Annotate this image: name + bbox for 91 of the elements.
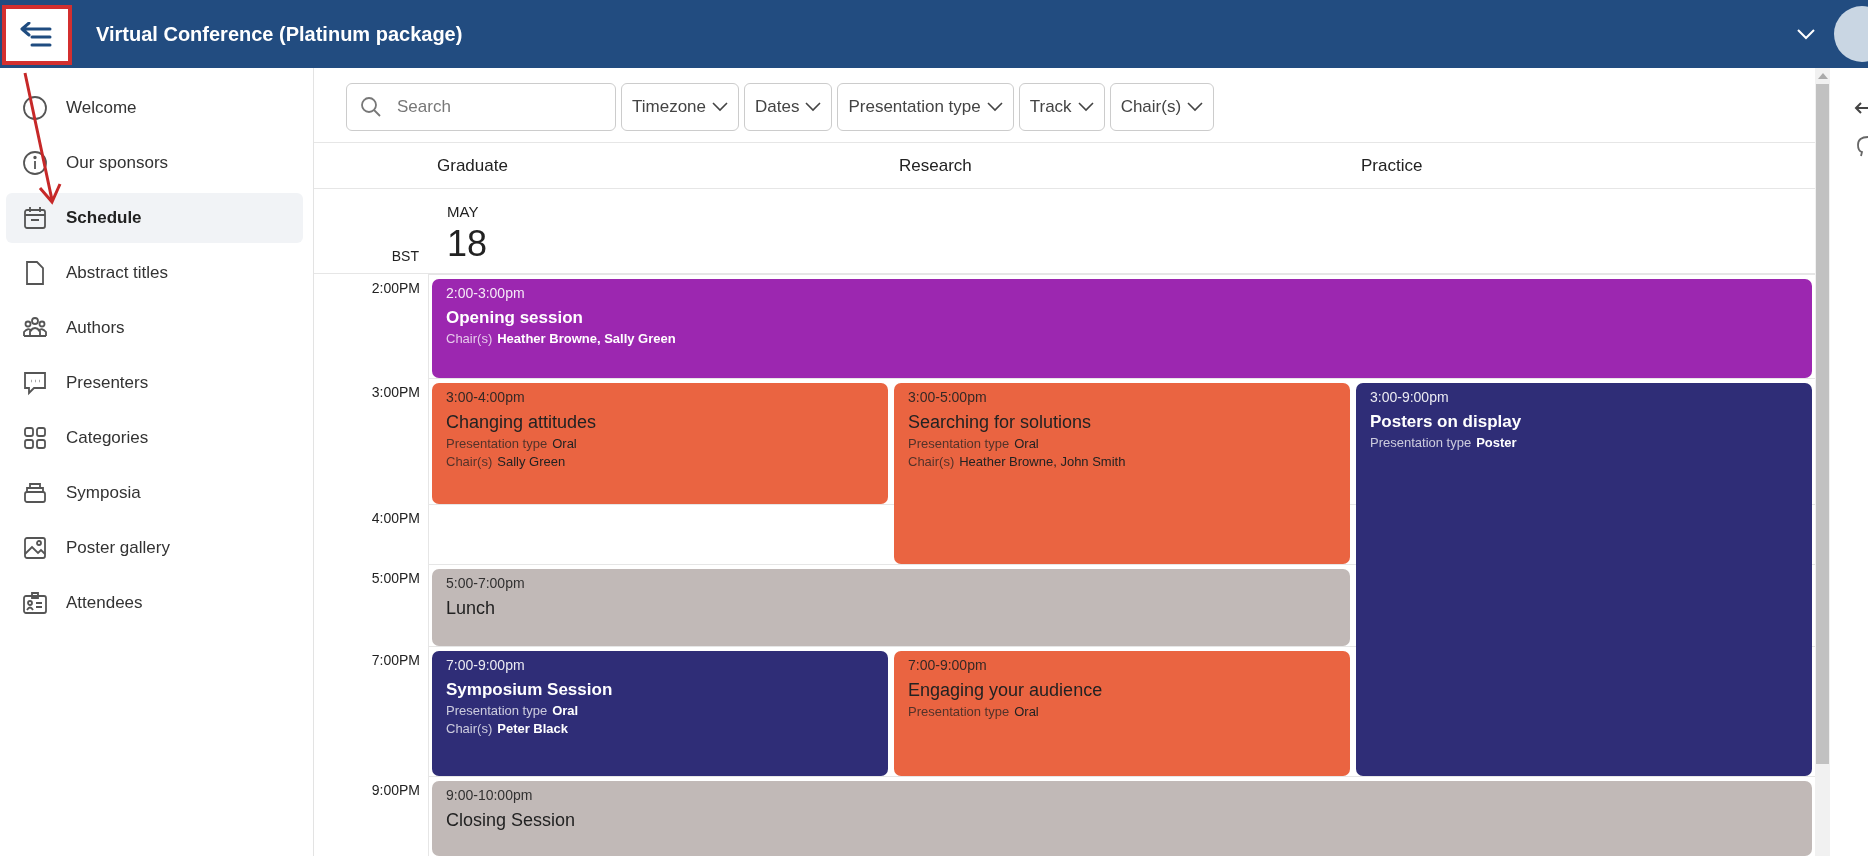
time-label: 9:00PM xyxy=(371,782,420,798)
collapse-menu-icon xyxy=(20,22,54,48)
detail-value: Peter Black xyxy=(497,721,569,736)
scrollbar[interactable] xyxy=(1815,68,1830,856)
detail-label: Presentation type xyxy=(1370,435,1472,450)
event-card[interactable]: 3:00-4:00pm Changing attitudes Presentation type Oral Chair(s) Sally Green xyxy=(432,383,888,504)
event-card[interactable]: 7:00-9:00pm Symposium Session Presentation type Oral Chair(s) Peter Black xyxy=(432,651,888,776)
event-title: Closing Session xyxy=(446,810,577,831)
sidebar-item[interactable]: Our sponsors xyxy=(6,138,303,188)
chevron-down-icon xyxy=(712,102,728,112)
date-day: 18 xyxy=(447,224,1815,264)
event-time: 7:00-9:00pm xyxy=(446,657,526,673)
info-icon xyxy=(22,150,48,176)
chevron-down-icon xyxy=(1187,102,1204,112)
track-heading: Research xyxy=(898,155,973,176)
track-heading: Practice xyxy=(1360,155,1424,176)
filter-dropdown[interactable]: Dates xyxy=(744,83,833,131)
event-time: 7:00-9:00pm xyxy=(908,657,988,673)
chat-icon[interactable] xyxy=(1856,135,1868,157)
filter-dropdown[interactable]: Track xyxy=(1018,83,1105,131)
filter-dropdown[interactable]: Timezone xyxy=(621,83,739,131)
search-field[interactable]: Search xyxy=(346,83,616,131)
event-title: Searching for solutions xyxy=(908,412,1093,433)
detail-value: Heather Browne, John Smith xyxy=(959,454,1126,469)
track-heading: Graduate xyxy=(436,155,509,176)
chevron-down-icon xyxy=(805,102,822,112)
chevron-down-icon xyxy=(986,102,1003,112)
circle-icon xyxy=(22,95,48,121)
event-time: 3:00-9:00pm xyxy=(1370,389,1450,405)
detail-label: Chair(s) xyxy=(446,331,493,346)
event-card[interactable]: 7:00-9:00pm Engaging your audience Presentation type Oral xyxy=(894,651,1350,776)
chevron-down-icon[interactable] xyxy=(1796,28,1816,40)
detail-label: Chair(s) xyxy=(908,454,955,469)
detail-value: Oral xyxy=(1014,436,1039,451)
time-label: 4:00PM xyxy=(371,510,420,526)
event-card[interactable]: 9:00-10:00pm Closing Session xyxy=(432,781,1812,856)
event-card[interactable]: 2:00-3:00pm Opening session Chair(s) Heather Browne, Sally Green xyxy=(432,279,1812,378)
event-time: 3:00-4:00pm xyxy=(446,389,526,405)
scrollbar-thumb[interactable] xyxy=(1816,84,1829,764)
event-title: Posters on display xyxy=(1370,412,1523,432)
detail-value: Oral xyxy=(1014,704,1039,719)
id-card-icon xyxy=(22,590,48,616)
detail-value: Oral xyxy=(552,436,577,451)
time-label: 3:00PM xyxy=(371,384,420,400)
detail-value: Oral xyxy=(552,703,579,718)
filter-dropdown[interactable]: Chair(s) xyxy=(1109,83,1215,131)
time-label: 5:00PM xyxy=(371,570,420,586)
sidebar-item[interactable]: Schedule xyxy=(6,193,303,243)
detail-label: Presentation type xyxy=(908,436,1010,451)
chevron-down-icon xyxy=(1077,102,1094,112)
detail-value: Heather Browne, Sally Green xyxy=(497,331,676,346)
detail-value: Poster xyxy=(1476,435,1517,450)
sidebar-item[interactable]: Attendees xyxy=(6,578,303,628)
event-time: 3:00-5:00pm xyxy=(908,389,988,405)
date-month: MAY xyxy=(447,203,480,220)
detail-label: Chair(s) xyxy=(446,721,493,736)
detail-label: Presentation type xyxy=(908,704,1010,719)
detail-label: Presentation type xyxy=(446,436,548,451)
event-card[interactable]: 5:00-7:00pm Lunch xyxy=(432,569,1350,646)
event-time: 5:00-7:00pm xyxy=(446,575,526,591)
sidebar-item[interactable]: Abstract titles xyxy=(6,248,303,298)
grid-icon xyxy=(22,425,48,451)
conference-title: Virtual Conference (Platinum package) xyxy=(96,22,464,46)
event-time: 2:00-3:00pm xyxy=(446,285,526,301)
sidebar-item[interactable]: Categories xyxy=(6,413,303,463)
sidebar-item[interactable]: Authors xyxy=(6,303,303,353)
back-arrow-icon[interactable] xyxy=(1854,101,1868,115)
event-title: Engaging your audience xyxy=(908,680,1104,701)
sidebar-item[interactable]: Symposia xyxy=(6,468,303,518)
event-card[interactable]: 3:00-5:00pm Searching for solutions Presentation type Oral Chair(s) Heather Browne, John Smith xyxy=(894,383,1350,564)
event-title: Changing attitudes xyxy=(446,412,598,433)
calendar-icon xyxy=(22,205,48,231)
event-title: Symposium Session xyxy=(446,680,614,700)
stack-icon xyxy=(22,480,48,506)
sidebar-item[interactable]: Presenters xyxy=(6,358,303,408)
speech-bubble-icon xyxy=(22,370,48,396)
timezone-label: BST xyxy=(391,248,419,264)
event-card[interactable]: 3:00-9:00pm Posters on display Presentation type Poster xyxy=(1356,383,1812,776)
filter-dropdown[interactable]: Presentation type xyxy=(837,83,1014,131)
detail-value: Sally Green xyxy=(497,454,566,469)
event-title: Lunch xyxy=(446,598,497,619)
detail-label: Presentation type xyxy=(446,703,548,718)
event-time: 9:00-10:00pm xyxy=(446,787,534,803)
image-icon xyxy=(22,535,48,561)
event-title: Opening session xyxy=(446,308,584,328)
sidebar-item[interactable]: Welcome xyxy=(6,83,303,133)
menu-button[interactable] xyxy=(2,5,72,65)
detail-label: Chair(s) xyxy=(446,454,493,469)
sidebar-item[interactable]: Poster gallery xyxy=(6,523,303,573)
time-label: 2:00PM xyxy=(371,280,420,296)
time-label: 7:00PM xyxy=(371,652,420,668)
